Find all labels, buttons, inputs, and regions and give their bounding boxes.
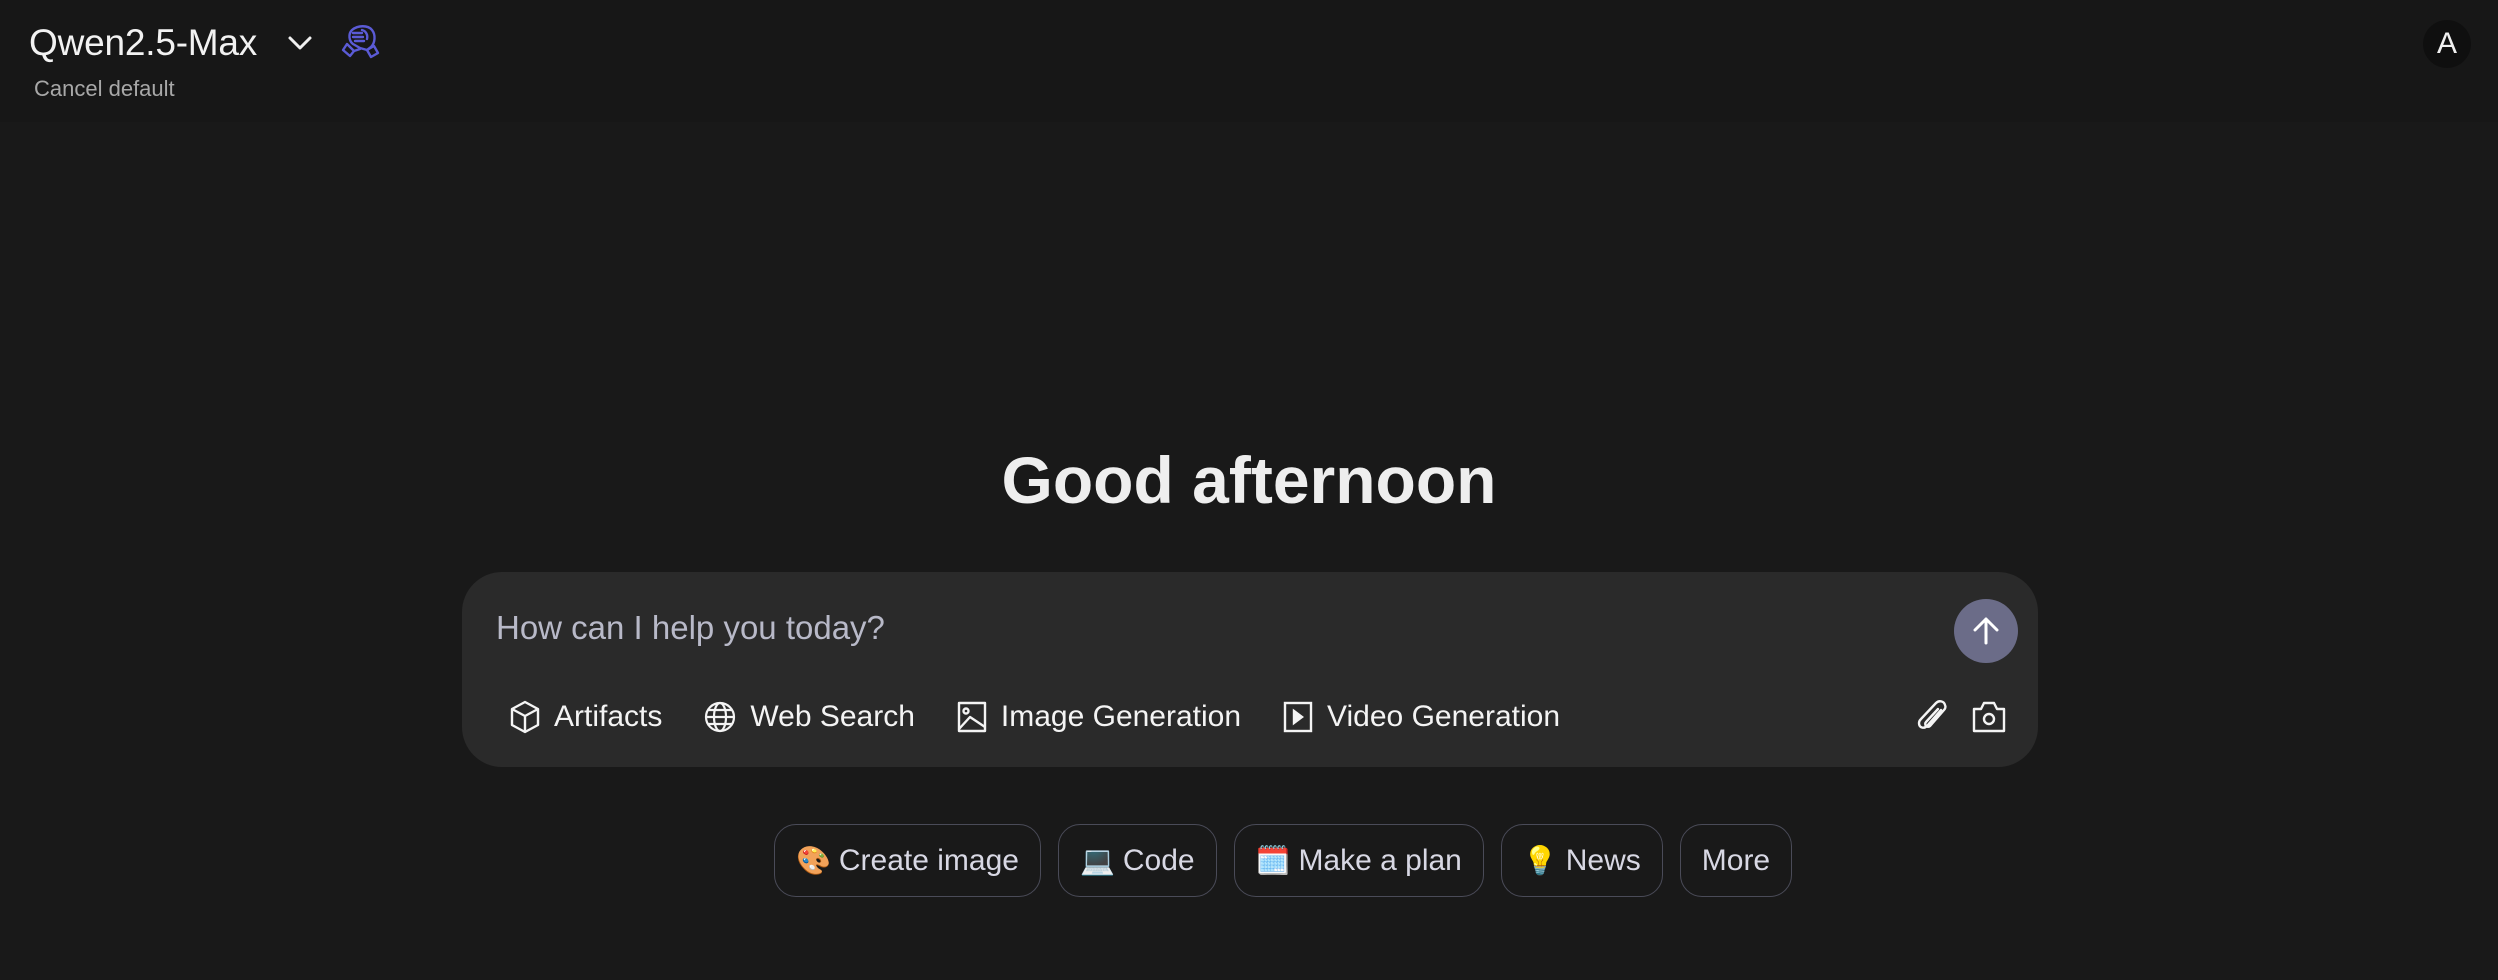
chip-label: Create image [838,843,1019,877]
tool-toolbar: Artifacts Web Search Image Generation Vi… [510,692,1602,742]
calendar-icon: 🗓️ [1255,845,1291,876]
send-button[interactable] [1954,599,2018,663]
chip-more[interactable]: More [1679,824,1793,897]
cube-icon [510,700,540,734]
video-play-icon [1283,701,1313,733]
chevron-down-icon[interactable] [284,30,316,56]
chip-label: More [1701,843,1771,877]
top-header: Qwen2.5-Max Cancel default A [0,0,2498,122]
paperclip-icon[interactable] [1914,698,1950,736]
model-selector-title[interactable]: Qwen2.5-Max [29,20,257,66]
lightbulb-icon: 💡 [1522,845,1558,876]
tool-video-generation[interactable]: Video Generation [1283,700,1560,734]
user-avatar[interactable]: A [2423,20,2471,68]
tool-image-generation[interactable]: Image Generation [957,700,1241,734]
chat-composer: Artifacts Web Search Image Generation [462,572,2038,767]
chip-label: News [1565,843,1641,877]
greeting-heading: Good afternoon [1001,443,1497,517]
cancel-default-link[interactable]: Cancel default [34,76,175,102]
chip-make-a-plan[interactable]: 🗓️ Make a plan [1233,824,1484,897]
tool-label: Video Generation [1327,700,1561,733]
arrow-up-icon [1973,617,1999,645]
chip-create-image[interactable]: 🎨 Create image [774,824,1041,897]
chip-code[interactable]: 💻 Code [1057,824,1217,897]
chip-news[interactable]: 💡 News [1500,824,1663,897]
tool-web-search[interactable]: Web Search [704,700,915,734]
palette-icon: 🎨 [796,845,831,876]
globe-icon [705,701,736,733]
tool-label: Web Search [750,700,915,733]
laptop-icon: 💻 [1079,845,1115,876]
image-icon [957,701,987,733]
tool-artifacts[interactable]: Artifacts [510,700,662,734]
suggestion-chips: 🎨 Create image 💻 Code 🗓️ Make a plan 💡 N… [774,824,1809,899]
chip-label: Code [1122,843,1195,877]
chip-label: Make a plan [1298,843,1462,877]
handshake-icon [338,22,380,64]
camera-icon[interactable] [1970,698,2008,736]
prompt-input[interactable] [494,602,1898,654]
tool-label: Image Generation [1000,700,1242,733]
tool-label: Artifacts [554,700,663,733]
